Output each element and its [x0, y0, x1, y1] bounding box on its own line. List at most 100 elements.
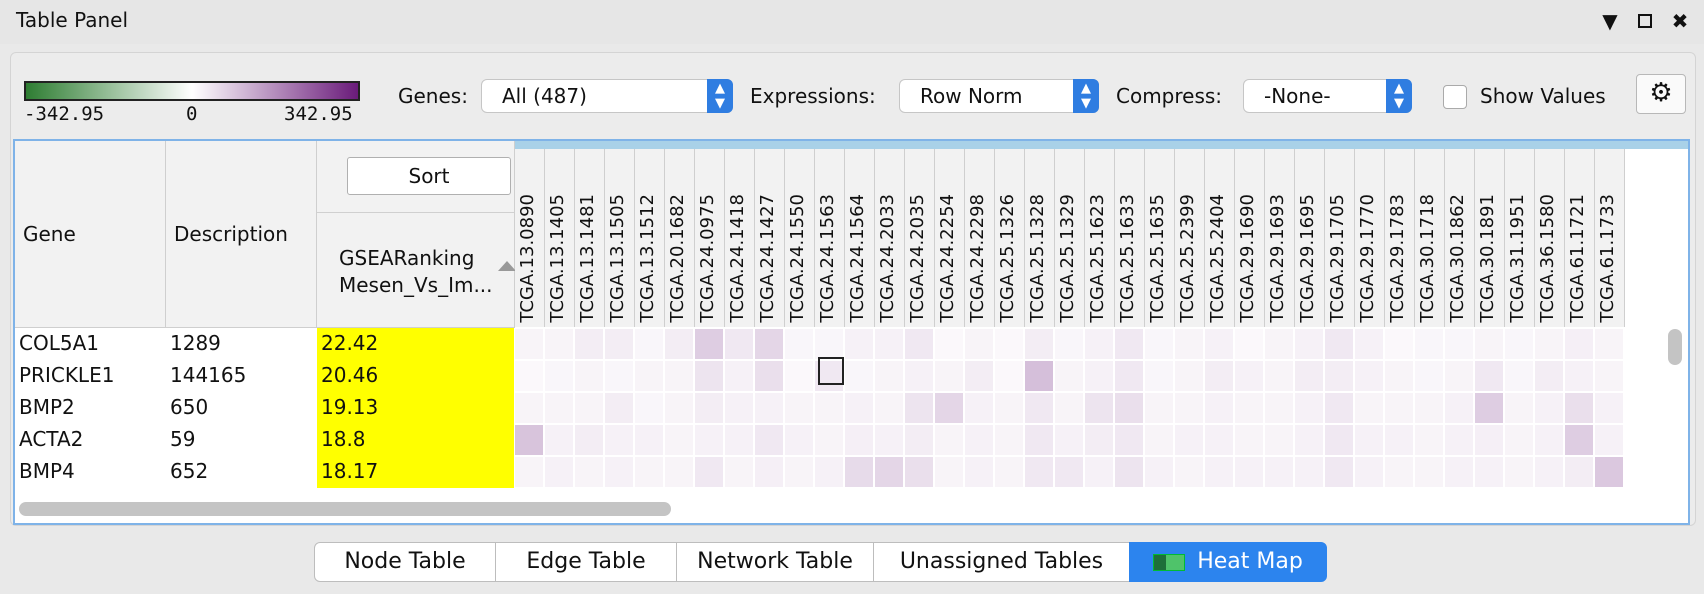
column-header-sample[interactable]: TCGA.13.1405: [545, 149, 575, 327]
heatmap-cell[interactable]: [845, 393, 873, 423]
heatmap-cell[interactable]: [815, 457, 843, 487]
heatmap-cell[interactable]: [1055, 425, 1083, 455]
heatmap-cell[interactable]: [515, 457, 543, 487]
heatmap-cell[interactable]: [1205, 425, 1233, 455]
heatmap-cell[interactable]: [1055, 393, 1083, 423]
column-header-sample[interactable]: TCGA.24.1564: [845, 149, 875, 327]
heatmap-cell[interactable]: [845, 457, 873, 487]
heatmap-cell[interactable]: [755, 361, 783, 391]
heatmap-cell[interactable]: [1175, 329, 1203, 359]
heatmap-cell[interactable]: [965, 329, 993, 359]
heatmap-cell[interactable]: [905, 361, 933, 391]
heatmap-cell[interactable]: [1325, 425, 1353, 455]
heatmap-cell[interactable]: [1145, 457, 1173, 487]
heatmap-cell[interactable]: [1175, 457, 1203, 487]
heatmap-cell[interactable]: [575, 457, 603, 487]
column-header-sample[interactable]: TCGA.13.1481: [575, 149, 605, 327]
heatmap-cell[interactable]: [1355, 425, 1383, 455]
heatmap-cell[interactable]: [1565, 425, 1593, 455]
heatmap-cell[interactable]: [1535, 329, 1563, 359]
heatmap-cell[interactable]: [1145, 425, 1173, 455]
heatmap-cell[interactable]: [1115, 393, 1143, 423]
heatmap-cell[interactable]: [1235, 457, 1263, 487]
heatmap-cell[interactable]: [545, 393, 573, 423]
heatmap-cell[interactable]: [1055, 361, 1083, 391]
column-header-sample[interactable]: TCGA.24.1427: [755, 149, 785, 327]
heatmap-cell[interactable]: [1115, 329, 1143, 359]
heatmap-cell[interactable]: [1175, 361, 1203, 391]
heatmap-cell[interactable]: [785, 329, 813, 359]
heatmap-cell[interactable]: [1475, 425, 1503, 455]
heatmap-cell[interactable]: [605, 329, 633, 359]
heatmap-cell[interactable]: [1475, 361, 1503, 391]
heatmap-cell[interactable]: [1235, 425, 1263, 455]
heatmap-cell[interactable]: [1145, 361, 1173, 391]
heatmap-cell[interactable]: [1265, 329, 1293, 359]
heatmap-cell[interactable]: [635, 329, 663, 359]
heatmap-cell[interactable]: [1415, 425, 1443, 455]
column-header-sample[interactable]: TCGA.13.0890: [515, 149, 545, 327]
heatmap-cell[interactable]: [875, 361, 903, 391]
heatmap-cell[interactable]: [1085, 425, 1113, 455]
heatmap-cell[interactable]: [515, 393, 543, 423]
heatmap-cell[interactable]: [1595, 393, 1623, 423]
maximize-icon[interactable]: [1638, 14, 1652, 28]
column-header-sample[interactable]: TCGA.25.2399: [1175, 149, 1205, 327]
column-header-sample[interactable]: TCGA.30.1891: [1475, 149, 1505, 327]
heatmap-cell[interactable]: [515, 361, 543, 391]
heatmap-cell[interactable]: [1385, 329, 1413, 359]
horizontal-scrollbar[interactable]: [19, 502, 671, 516]
heatmap-cell[interactable]: [1145, 393, 1173, 423]
column-header-sample[interactable]: TCGA.29.1690: [1235, 149, 1265, 327]
heatmap-cell[interactable]: [1595, 329, 1623, 359]
heatmap-cell[interactable]: [1295, 425, 1323, 455]
heatmap-cell[interactable]: [1415, 361, 1443, 391]
heatmap-cell[interactable]: [1325, 393, 1353, 423]
heatmap-cell[interactable]: [965, 361, 993, 391]
tab-network-table[interactable]: Network Table: [676, 542, 874, 582]
heatmap-cell[interactable]: [1115, 457, 1143, 487]
compress-select[interactable]: -None- ▲ ▼: [1243, 79, 1412, 113]
heatmap-cell[interactable]: [545, 329, 573, 359]
column-header-sample[interactable]: TCGA.25.1635: [1145, 149, 1175, 327]
heatmap-cell[interactable]: [1595, 425, 1623, 455]
column-header-sample[interactable]: TCGA.25.1326: [995, 149, 1025, 327]
heatmap-cell[interactable]: [755, 457, 783, 487]
tab-heat-map[interactable]: Heat Map: [1129, 542, 1327, 582]
expressions-select[interactable]: Row Norm ▲ ▼: [899, 79, 1099, 113]
column-header-sample[interactable]: TCGA.25.1328: [1025, 149, 1055, 327]
heatmap-cell[interactable]: [1325, 329, 1353, 359]
tab-unassigned-tables[interactable]: Unassigned Tables: [873, 542, 1130, 582]
heatmap-cell[interactable]: [1295, 457, 1323, 487]
heatmap-cell[interactable]: [1385, 425, 1413, 455]
column-header-sample[interactable]: TCGA.61.1721: [1565, 149, 1595, 327]
column-header-sample[interactable]: TCGA.31.1951: [1505, 149, 1535, 327]
heatmap-cell[interactable]: [575, 329, 603, 359]
heatmap-cell[interactable]: [1385, 361, 1413, 391]
column-header-sample[interactable]: TCGA.29.1705: [1325, 149, 1355, 327]
heatmap-cell[interactable]: [1445, 361, 1473, 391]
heatmap-cell[interactable]: [545, 457, 573, 487]
column-header-sample[interactable]: TCGA.13.1505: [605, 149, 635, 327]
genes-select[interactable]: All (487) ▲ ▼: [481, 79, 733, 113]
column-header-sample[interactable]: TCGA.24.2254: [935, 149, 965, 327]
heatmap-cell[interactable]: [785, 393, 813, 423]
show-values-checkbox[interactable]: [1443, 85, 1467, 109]
settings-button[interactable]: ⚙: [1636, 74, 1686, 114]
column-header-sample[interactable]: TCGA.24.1418: [725, 149, 755, 327]
column-header-sample[interactable]: TCGA.25.1623: [1085, 149, 1115, 327]
heatmap-cell[interactable]: [755, 329, 783, 359]
heatmap-cell[interactable]: [1535, 425, 1563, 455]
heatmap-cell[interactable]: [905, 329, 933, 359]
heatmap-cell[interactable]: [635, 425, 663, 455]
minimize-arrow-icon[interactable]: ▼: [1600, 9, 1620, 33]
heatmap-cell[interactable]: [1475, 329, 1503, 359]
heatmap-cell[interactable]: [1385, 393, 1413, 423]
heatmap-cell[interactable]: [1085, 329, 1113, 359]
heatmap-cell[interactable]: [755, 393, 783, 423]
heatmap-cell[interactable]: [1565, 329, 1593, 359]
heatmap-cell[interactable]: [905, 457, 933, 487]
heatmap-cell[interactable]: [815, 329, 843, 359]
heatmap-cell[interactable]: [665, 361, 693, 391]
heatmap-cell[interactable]: [1205, 457, 1233, 487]
